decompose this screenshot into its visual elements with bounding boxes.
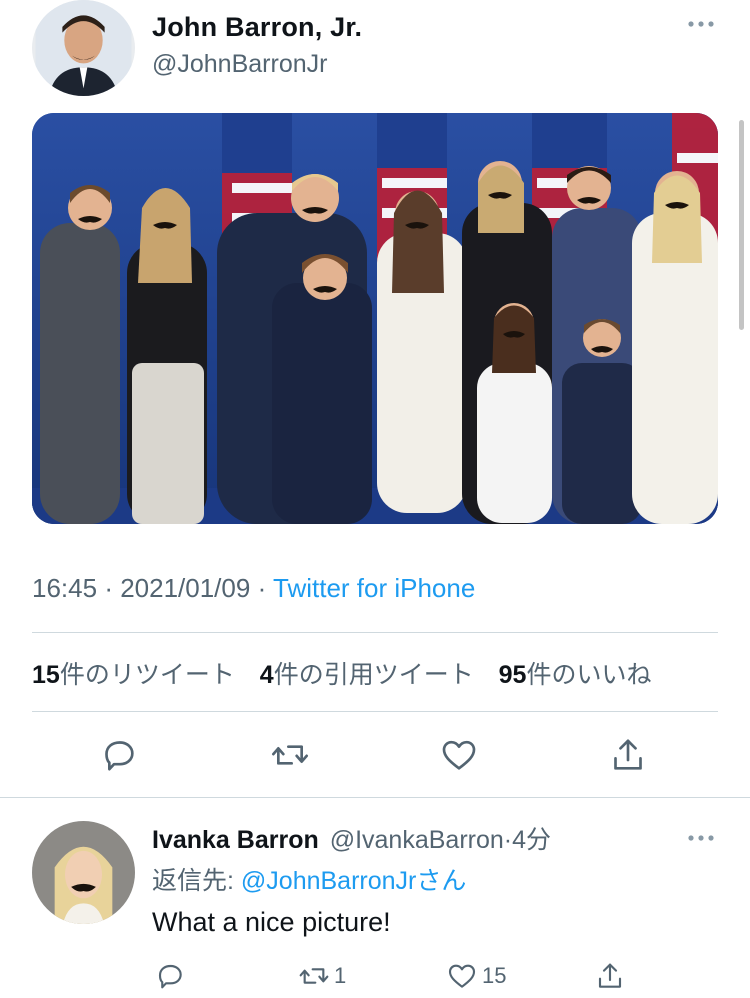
mention-suffix: さん [416, 867, 467, 895]
reply-icon [158, 964, 182, 989]
likes-count: 95 [498, 661, 527, 689]
share-button[interactable] [606, 733, 650, 777]
reply-retweet-count: 1 [334, 963, 347, 988]
meta-separator: · [104, 573, 121, 603]
author-name[interactable]: John Barron, Jr. [152, 12, 362, 43]
likes-label: 件のいいね [526, 661, 652, 689]
replying-to-prefix: 返信先: [152, 867, 241, 895]
retweets-stat[interactable]: 15件のリツイート [32, 661, 235, 689]
reply-header: Ivanka Barron @IvankaBarron·4分 [152, 820, 551, 856]
likes-stat[interactable]: 95件のいいね [499, 661, 652, 689]
divider [32, 632, 718, 633]
author-avatar-image [35, 0, 132, 96]
reply-time: 4分 [512, 826, 552, 854]
tweet-meta: 16:45 · 2021/01/09 · Twitter for iPhone [32, 573, 475, 604]
reply-more-icon[interactable] [686, 828, 716, 848]
reply-like-count: 15 [482, 963, 507, 988]
quotes-stat[interactable]: 4件の引用ツイート [260, 661, 474, 689]
reply-button[interactable] [97, 733, 141, 777]
quotes-count: 4 [259, 661, 274, 689]
reply-text: What a nice picture! [152, 907, 391, 937]
retweet-icon [272, 745, 308, 765]
retweets-count: 15 [32, 661, 60, 689]
mention-handle: @JohnBarronJr [240, 867, 417, 895]
reply-separator: · [503, 826, 513, 854]
tweet-time: 16:45 [32, 573, 98, 603]
reply-share-button[interactable] [594, 958, 626, 994]
reply-reply-button[interactable] [154, 958, 186, 994]
meta-separator-2: · [257, 573, 273, 603]
share-icon [614, 739, 642, 770]
author-handle[interactable]: @JohnBarronJr [152, 50, 327, 79]
reply-author-name[interactable]: Ivanka Barron [152, 826, 319, 854]
reply-avatar-image [32, 821, 135, 924]
replying-to-mention[interactable]: @JohnBarronJrさん [241, 867, 466, 895]
family-photo-image [32, 113, 718, 524]
reply-icon [105, 741, 134, 771]
heart-icon [442, 740, 476, 770]
reply-author-avatar[interactable] [32, 821, 135, 924]
reply-retweet-button[interactable]: 1 [298, 958, 346, 994]
share-icon [598, 963, 622, 988]
tweet-stats: 15件のリツイート 4件の引用ツイート 95件のいいね [32, 655, 669, 691]
heart-icon [448, 964, 476, 988]
divider [32, 711, 718, 712]
divider [0, 797, 750, 798]
more-icon[interactable] [686, 14, 716, 34]
tweet-photo[interactable] [32, 113, 718, 524]
scrollbar[interactable] [739, 120, 744, 330]
tweet-date: 2021/01/09 [120, 573, 251, 603]
reply-like-button[interactable]: 15 [446, 958, 506, 994]
like-button[interactable] [437, 733, 481, 777]
retweet-button[interactable] [268, 733, 312, 777]
quotes-label: 件の引用ツイート [273, 661, 474, 689]
reply-author-handle[interactable]: @IvankaBarron [330, 826, 504, 854]
author-avatar[interactable] [32, 0, 135, 96]
tweet-client-link[interactable]: Twitter for iPhone [273, 573, 475, 603]
replying-to: 返信先: @JohnBarronJrさん [152, 861, 466, 897]
retweet-icon [299, 968, 329, 984]
retweets-label: 件のリツイート [59, 661, 235, 689]
